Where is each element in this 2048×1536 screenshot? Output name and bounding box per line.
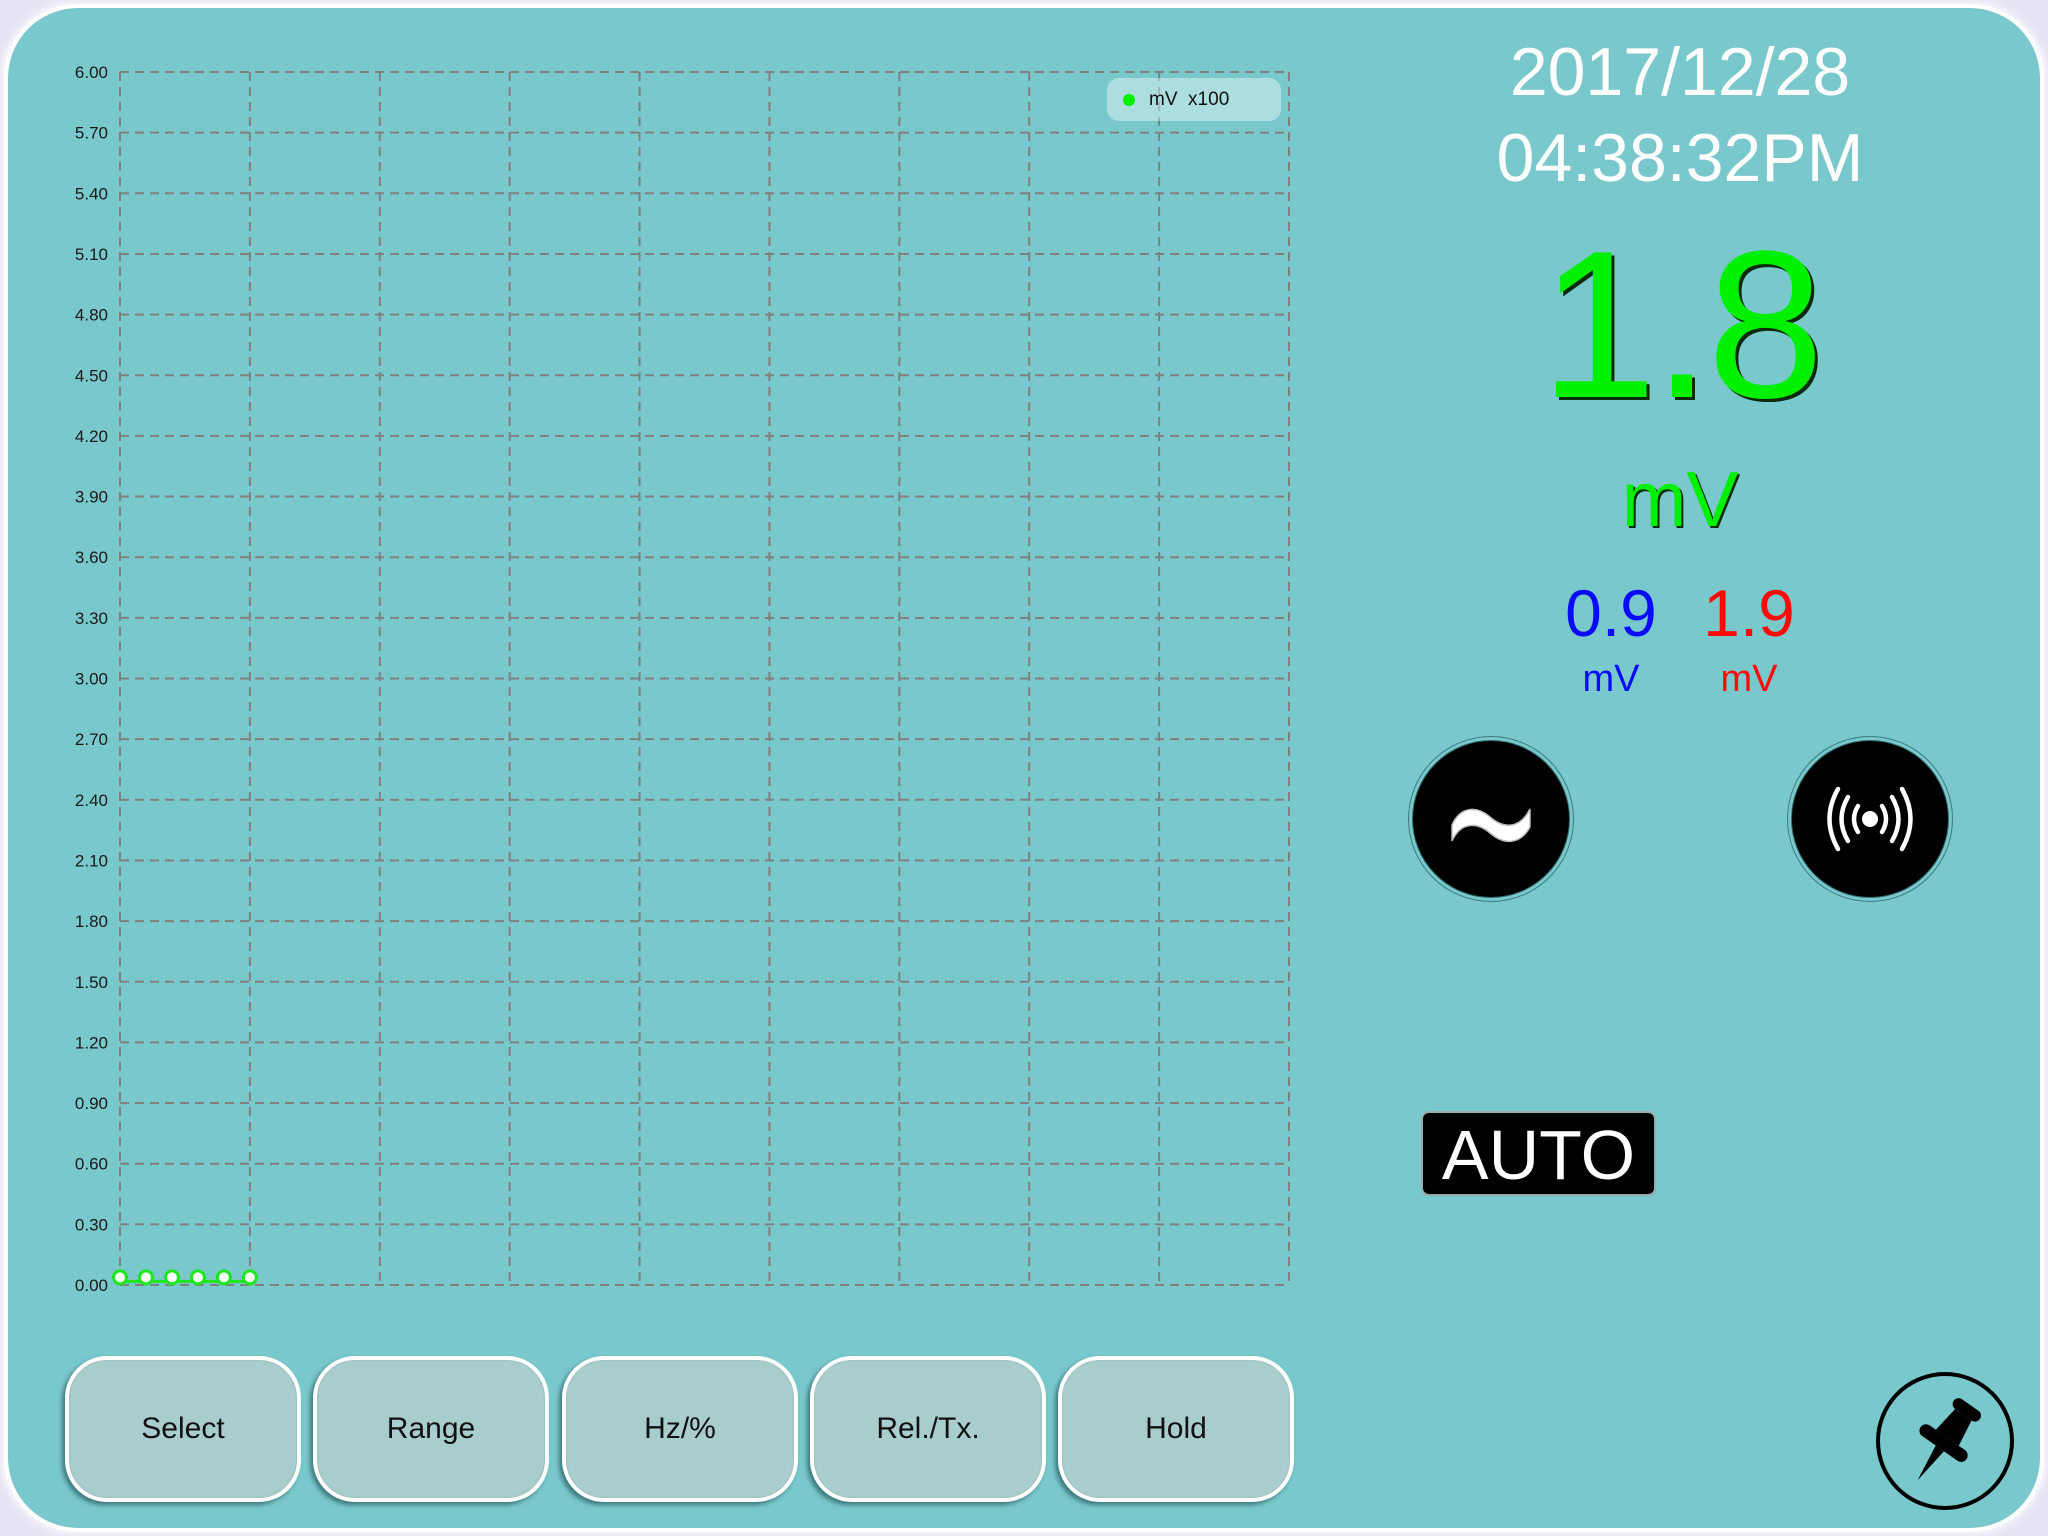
min-reading: 0.9 mV [1541, 580, 1681, 698]
sound-wave-icon [1827, 786, 1913, 852]
hold-button[interactable]: Hold [1058, 1356, 1294, 1502]
y-tick-label: 4.50 [75, 366, 108, 385]
y-tick-label: 1.50 [75, 973, 108, 992]
data-point [163, 1269, 180, 1286]
min-reading-unit: mV [1582, 658, 1640, 700]
select-button[interactable]: Select [65, 1356, 301, 1502]
legend-dot-icon [1123, 93, 1135, 106]
y-tick-label: 2.70 [75, 730, 108, 749]
max-reading-unit: mV [1720, 658, 1778, 700]
ac-mode-button[interactable] [1412, 740, 1570, 898]
pushpin-icon [1917, 1398, 1981, 1481]
main-reading-unit: mV [1621, 455, 1739, 543]
data-point [241, 1269, 258, 1286]
y-tick-label: 0.00 [75, 1276, 108, 1295]
y-tick-label: 0.30 [75, 1215, 108, 1234]
rel-tx-button[interactable]: Rel./Tx. [810, 1356, 1046, 1502]
y-tick-label: 1.80 [75, 912, 108, 931]
chart-legend: mV x100 [1107, 78, 1281, 121]
chart-svg: 0.00 0.30 0.60 0.90 1.20 1.50 1.80 2.10 2.40 2.70… [75, 63, 1290, 1295]
data-point [112, 1269, 128, 1286]
y-tick-label: 0.90 [75, 1094, 108, 1113]
y-tick-label: 6.00 [75, 63, 108, 82]
data-point [215, 1269, 232, 1286]
data-point [137, 1269, 154, 1286]
auto-range-badge: AUTO [1421, 1111, 1656, 1196]
date-display: 2017/12/28 [1509, 34, 1851, 110]
y-tick-label: 2.40 [75, 791, 108, 810]
ac-wave-icon [1451, 808, 1531, 842]
range-button[interactable]: Range [313, 1356, 549, 1502]
data-point [189, 1269, 206, 1286]
y-tick-label: 3.00 [75, 670, 108, 689]
max-reading-value: 1.9 [1703, 576, 1795, 650]
y-tick-label: 1.20 [75, 1033, 108, 1052]
max-reading: 1.9 mV [1679, 580, 1819, 698]
y-tick-label: 3.90 [75, 488, 108, 507]
y-tick-label: 3.60 [75, 548, 108, 567]
y-tick-label: 3.30 [75, 609, 108, 628]
y-tick-label: 2.10 [75, 851, 108, 870]
y-tick-label: 4.20 [75, 427, 108, 446]
hz-percent-button[interactable]: Hz/% [562, 1356, 798, 1502]
continuity-beep-button[interactable] [1791, 740, 1949, 898]
time-display: 04:38:32PM [1496, 120, 1864, 196]
main-reading-value: 1.8 [1540, 207, 1824, 442]
y-tick-label: 0.60 [75, 1155, 108, 1174]
min-reading-value: 0.9 [1565, 576, 1657, 650]
y-tick-label: 5.10 [75, 245, 108, 264]
pin-button[interactable] [1876, 1372, 2014, 1510]
legend-label: mV x100 [1149, 88, 1230, 110]
trend-chart: 0.00 0.30 0.60 0.90 1.20 1.50 1.80 2.10 2.40 2.70… [0, 0, 1320, 1320]
y-tick-label: 4.80 [75, 306, 108, 325]
y-tick-label: 5.40 [75, 184, 108, 203]
y-tick-label: 5.70 [75, 124, 108, 143]
